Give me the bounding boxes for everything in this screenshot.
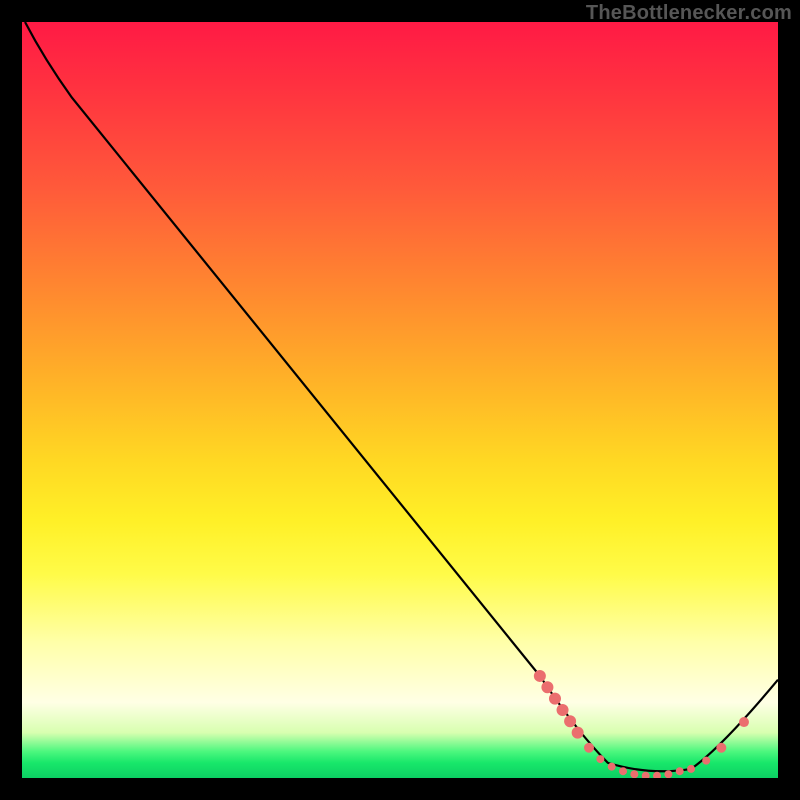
data-markers <box>534 670 749 778</box>
bottleneck-curve <box>25 22 778 771</box>
data-marker <box>664 770 672 778</box>
data-marker <box>676 767 684 775</box>
data-marker <box>596 755 604 763</box>
data-marker <box>549 693 561 705</box>
data-marker <box>534 670 546 682</box>
data-marker <box>716 743 726 753</box>
data-marker <box>564 715 576 727</box>
data-marker <box>608 763 616 771</box>
data-marker <box>702 757 710 765</box>
chart-frame: TheBottlenecker.com <box>0 0 800 800</box>
data-marker <box>653 772 661 778</box>
data-marker <box>687 765 695 773</box>
data-marker <box>739 717 749 727</box>
data-marker <box>572 727 584 739</box>
data-marker <box>619 767 627 775</box>
data-marker <box>584 743 594 753</box>
attribution-text: TheBottlenecker.com <box>586 2 792 25</box>
data-marker <box>541 681 553 693</box>
data-marker <box>642 772 650 778</box>
data-marker <box>630 770 638 778</box>
chart-plot-area <box>22 22 778 778</box>
data-marker <box>557 704 569 716</box>
